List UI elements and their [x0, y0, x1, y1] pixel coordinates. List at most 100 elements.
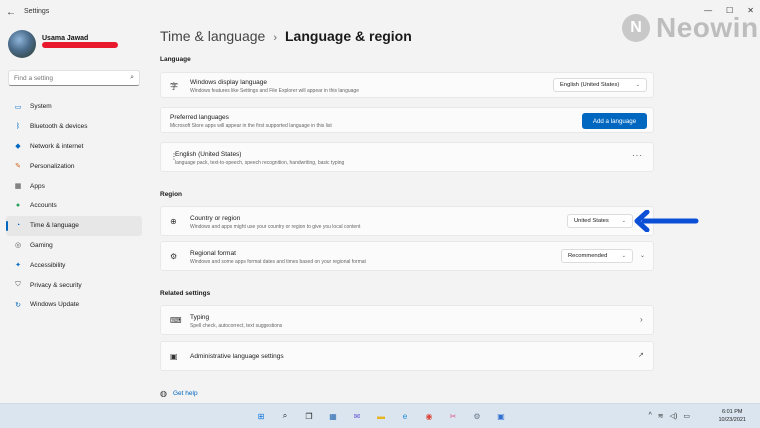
- gamepad-icon: ◎: [14, 242, 22, 250]
- typing-card[interactable]: ⌨ Typing Spell check, autocorrect, text …: [160, 305, 654, 335]
- tray-wifi-icon[interactable]: ≋: [658, 412, 664, 420]
- edge-icon[interactable]: e: [398, 409, 412, 423]
- apps-icon: ▦: [14, 183, 22, 191]
- snipping-icon[interactable]: ✂: [446, 409, 460, 423]
- preferred-languages-title: Preferred languages: [170, 114, 229, 121]
- breadcrumb: Time & language › Language & region: [160, 28, 412, 44]
- regional-format-icon: ⚙: [170, 252, 178, 261]
- more-options-button[interactable]: ···: [632, 151, 643, 160]
- taskbar-apps: ⊞ ⌕ ❐ ▦ ✉ ▬ e ◉ ✂ ⚙ ▣: [254, 409, 508, 423]
- person-icon: ●: [15, 202, 21, 210]
- display-language-title: Windows display language: [190, 79, 267, 86]
- keyboard-icon: ⌨: [170, 316, 182, 325]
- accessibility-icon: ✦: [15, 262, 21, 270]
- widgets-icon[interactable]: ▦: [326, 409, 340, 423]
- get-help-label[interactable]: Get help: [173, 390, 198, 397]
- chevron-down-icon: ⌄: [621, 218, 626, 224]
- display-language-dropdown[interactable]: English (United States) ⌄: [553, 78, 647, 92]
- regional-format-description: Windows and some apps format dates and t…: [190, 259, 366, 265]
- section-region: Region: [160, 191, 183, 198]
- search-box[interactable]: ⌕: [8, 70, 140, 86]
- expand-chevron-icon[interactable]: ⌄: [640, 252, 645, 259]
- sidebar-item-label: Privacy & security: [30, 281, 82, 289]
- system-tray: ^ ≋ ◁) ▭: [648, 412, 690, 420]
- chevron-right-icon: ›: [640, 315, 643, 324]
- sidebar-item-windows-update[interactable]: ↻ Windows Update: [6, 295, 142, 315]
- task-view-icon[interactable]: ❐: [302, 409, 316, 423]
- annotation-arrow: [634, 210, 699, 232]
- shield-icon: ⛉: [15, 281, 21, 289]
- breadcrumb-parent[interactable]: Time & language: [160, 28, 265, 44]
- chat-icon[interactable]: ✉: [350, 409, 364, 423]
- language-item-card[interactable]: ⋮ English (United States) language pack,…: [160, 142, 654, 172]
- back-button[interactable]: ←: [6, 7, 16, 18]
- sidebar-item-label: Personalization: [30, 162, 75, 170]
- language-item-description: language pack, text-to-speech, speech re…: [175, 160, 345, 166]
- display-language-value: English (United States): [560, 82, 620, 88]
- get-help-link[interactable]: ◍ Get help: [160, 389, 198, 398]
- preferred-languages-card: Preferred languages Microsoft Store apps…: [160, 107, 654, 133]
- page-title: Language & region: [285, 28, 412, 44]
- sidebar-item-time-language[interactable]: ◔ Time & language: [6, 215, 142, 236]
- sidebar-nav: ▭ System ᛒ Bluetooth & devices ◆ Network…: [6, 97, 142, 315]
- app-icon[interactable]: ▣: [494, 409, 508, 423]
- country-region-description: Windows and apps might use your country …: [190, 224, 361, 230]
- clock-time: 6:01 PM: [721, 409, 743, 415]
- sidebar-item-network[interactable]: ◆ Network & internet: [6, 137, 142, 157]
- tray-battery-icon[interactable]: ▭: [683, 412, 690, 420]
- add-language-button[interactable]: Add a language: [582, 113, 647, 129]
- sidebar-item-gaming[interactable]: ◎ Gaming: [6, 236, 142, 256]
- sidebar-item-personalization[interactable]: ✎ Personalization: [6, 156, 142, 176]
- clock-date: 10/23/2021: [718, 417, 746, 423]
- typing-description: Spell check, autocorrect, text suggestio…: [190, 323, 283, 329]
- file-explorer-icon[interactable]: ▬: [374, 409, 388, 423]
- country-region-value: United States: [574, 218, 609, 224]
- sidebar-item-label: Gaming: [30, 241, 53, 249]
- sidebar-item-accounts[interactable]: ● Accounts: [6, 196, 142, 216]
- tray-chevron-icon[interactable]: ^: [648, 412, 651, 420]
- chevron-down-icon: ⌄: [621, 253, 626, 259]
- start-icon[interactable]: ⊞: [254, 409, 268, 423]
- tray-volume-icon[interactable]: ◁): [670, 412, 678, 420]
- chrome-icon[interactable]: ◉: [422, 409, 436, 423]
- display-language-description: Windows features like Settings and File …: [190, 88, 359, 94]
- admin-language-title: Administrative language settings: [190, 353, 284, 360]
- globe-icon: ⊕: [170, 217, 177, 226]
- settings-icon[interactable]: ⚙: [470, 409, 484, 423]
- preferred-languages-description: Microsoft Store apps will appear in the …: [170, 123, 332, 129]
- breadcrumb-separator: ›: [273, 32, 277, 44]
- avatar[interactable]: [8, 30, 36, 58]
- taskbar-clock[interactable]: 6:01 PM 10/23/2021: [718, 408, 746, 424]
- sidebar-item-apps[interactable]: ▦ Apps: [6, 176, 142, 196]
- search-input[interactable]: [9, 71, 119, 85]
- admin-language-card[interactable]: ▣ Administrative language settings ↗: [160, 341, 654, 371]
- search-taskbar-icon[interactable]: ⌕: [278, 409, 292, 423]
- neowin-logo-icon: N: [622, 14, 650, 42]
- search-icon[interactable]: ⌕: [130, 74, 134, 82]
- regional-format-dropdown[interactable]: Recommended ⌄: [561, 249, 633, 263]
- country-region-card: ⊕ Country or region Windows and apps mig…: [160, 206, 654, 236]
- neowin-logo-text: Neowin: [656, 12, 759, 43]
- display-language-card: 字 Windows display language Windows featu…: [160, 72, 654, 98]
- external-link-icon: ↗: [638, 352, 644, 359]
- sidebar-item-label: Network & internet: [30, 142, 84, 150]
- country-region-dropdown[interactable]: United States ⌄: [567, 214, 633, 228]
- redaction-mark: [42, 42, 118, 48]
- language-item-title: English (United States): [175, 151, 242, 158]
- bluetooth-icon: ᛒ: [15, 123, 21, 131]
- sidebar-item-accessibility[interactable]: ✦ Accessibility: [6, 255, 142, 275]
- sidebar-item-system[interactable]: ▭ System: [6, 97, 142, 117]
- section-language: Language: [160, 56, 191, 63]
- typing-title: Typing: [190, 314, 210, 321]
- sidebar-item-bluetooth[interactable]: ᛒ Bluetooth & devices: [6, 117, 142, 137]
- sidebar-item-label: Bluetooth & devices: [30, 123, 88, 131]
- profile-name: Usama Jawad: [42, 34, 89, 42]
- neowin-watermark: N Neowin: [622, 12, 759, 44]
- sidebar-item-privacy[interactable]: ⛉ Privacy & security: [6, 275, 142, 295]
- chevron-down-icon: ⌄: [635, 82, 640, 88]
- admin-settings-icon: ▣: [170, 352, 178, 361]
- globe-clock-icon: ◔: [15, 222, 21, 230]
- paintbrush-icon: ✎: [15, 163, 21, 171]
- sidebar-item-label: Windows Update: [30, 301, 80, 309]
- regional-format-card[interactable]: ⚙ Regional format Windows and some apps …: [160, 241, 654, 271]
